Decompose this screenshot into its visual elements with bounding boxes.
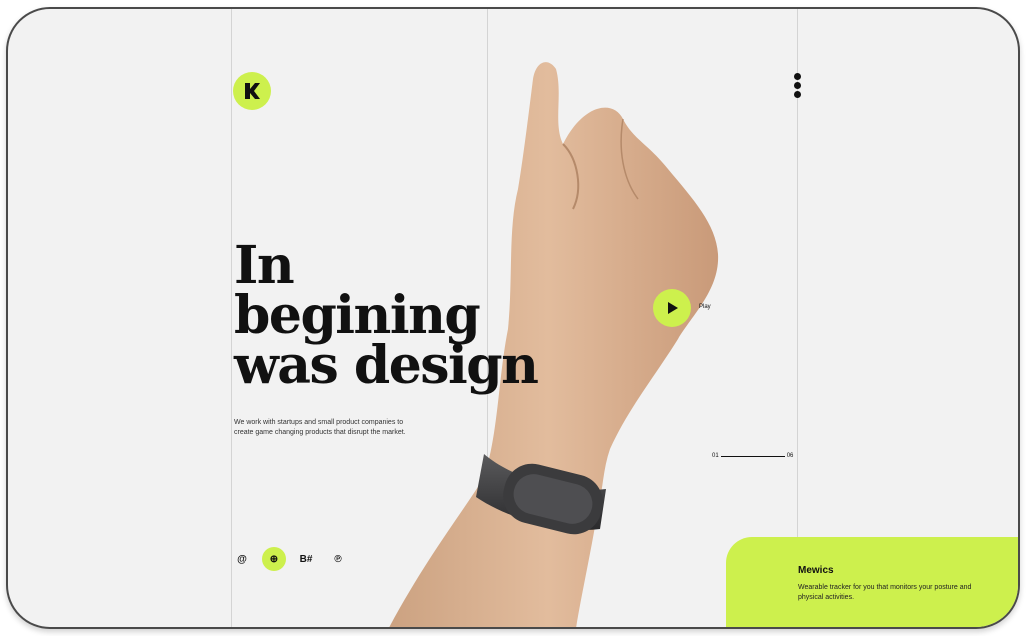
social-links: @ ⊕ B# ℗ <box>230 547 350 571</box>
product-card[interactable]: Mewics Wearable tracker for you that mon… <box>726 537 1018 627</box>
brand-k-icon <box>245 83 260 99</box>
play-label: Play <box>699 304 711 310</box>
at-icon[interactable]: @ <box>230 547 254 571</box>
vertical-dots-icon[interactable] <box>790 73 804 105</box>
play-icon <box>668 302 678 314</box>
grid-line <box>231 9 232 627</box>
slide-current: 01 <box>712 453 719 459</box>
device-frame: In begining was design We work with star… <box>6 7 1020 629</box>
brand-logo[interactable] <box>233 72 271 110</box>
slide-counter: 01 06 <box>712 453 793 459</box>
hero-description: We work with startups and small product … <box>234 419 406 436</box>
play-video-button[interactable] <box>653 289 691 327</box>
product-description: Wearable tracker for you that monitors y… <box>798 584 972 601</box>
behance-icon[interactable]: B# <box>294 547 318 571</box>
hero-title: In begining was design <box>234 235 539 396</box>
product-name: Mewics <box>798 565 834 576</box>
slide-total: 06 <box>786 453 794 459</box>
dribbble-icon[interactable]: ⊕ <box>262 547 286 571</box>
pinterest-icon[interactable]: ℗ <box>326 547 350 571</box>
slide-progress-line <box>720 455 785 457</box>
